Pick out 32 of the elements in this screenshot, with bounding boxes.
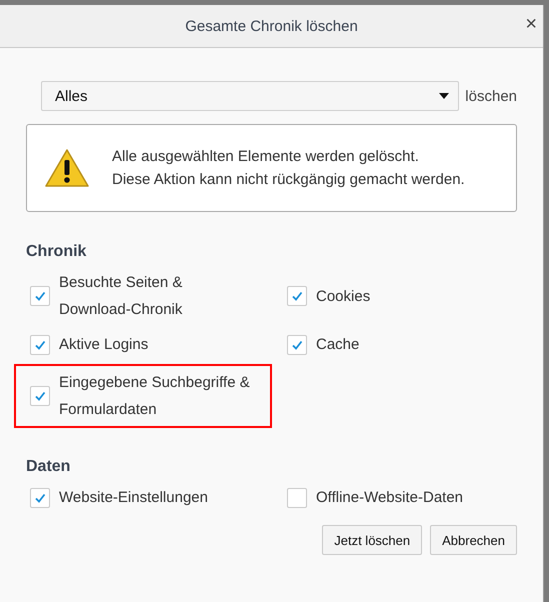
checkbox-label[interactable]: Offline-Website-Daten: [316, 484, 464, 511]
checkbox-label[interactable]: Besuchte Seiten & Download-Chronik: [59, 269, 256, 323]
checkbox[interactable]: [30, 286, 50, 306]
checkbox-label[interactable]: Website-Einstellungen: [59, 484, 208, 511]
warning-icon: [44, 148, 90, 188]
checkbox[interactable]: [30, 386, 50, 406]
checkbox-label[interactable]: Eingegebene Suchbegriffe & Formulardaten: [59, 369, 250, 423]
check-icon: [34, 290, 46, 302]
checkbox[interactable]: [287, 488, 307, 508]
checkbox-label[interactable]: Aktive Logins: [59, 331, 148, 358]
checkbox[interactable]: [287, 286, 307, 306]
time-range-dropdown[interactable]: Alles: [41, 81, 460, 111]
window-title: Gesamte Chronik löschen: [185, 18, 358, 34]
warning-text: Alle ausgewählten Elemente werden gelöscht.: [112, 148, 420, 165]
checkbox[interactable]: [287, 334, 307, 354]
section-heading: Chronik: [26, 243, 88, 261]
clear-now-button[interactable]: Jetzt löschen: [322, 525, 422, 555]
check-icon: [34, 492, 46, 504]
cancel-button[interactable]: Abbrechen: [430, 525, 517, 555]
checkbox[interactable]: [30, 488, 50, 508]
close-button[interactable]: ×: [525, 13, 537, 36]
warning-text: Diese Aktion kann nicht rückgängig gemacht werden.: [112, 171, 465, 188]
checkbox-label[interactable]: Cache: [316, 331, 360, 358]
checkbox[interactable]: [30, 334, 50, 354]
check-icon: [34, 338, 46, 350]
caret-icon: [439, 93, 450, 99]
check-icon: [291, 290, 303, 302]
checkbox-label[interactable]: Cookies: [316, 282, 370, 310]
check-icon: [34, 390, 46, 402]
check-icon: [291, 338, 303, 350]
section-heading: Daten: [26, 458, 72, 476]
dropdown-suffix: löschen: [465, 88, 517, 104]
